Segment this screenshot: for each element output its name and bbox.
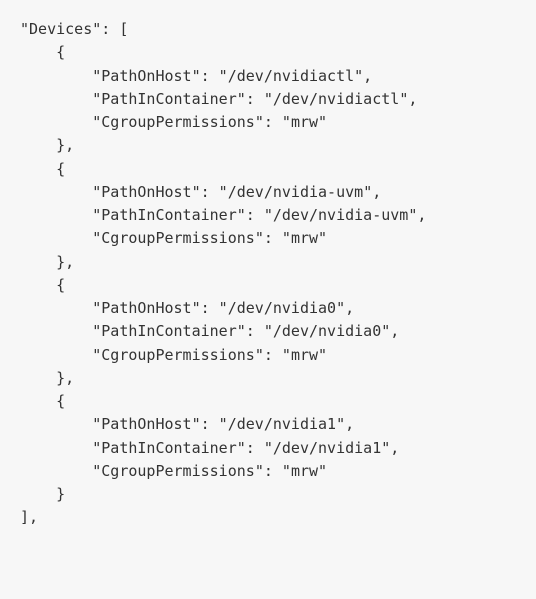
val-0-path-on-host: /dev/nvidiactl [228,67,354,85]
key-cgroup-permissions: CgroupPermissions [101,346,255,364]
val-2-path-on-host: /dev/nvidia0 [228,299,336,317]
val-0-cgroup: mrw [291,113,318,131]
key-path-in-container: PathInContainer [101,439,236,457]
val-1-path-on-host: /dev/nvidia-uvm [228,183,363,201]
val-3-cgroup: mrw [291,462,318,480]
key-cgroup-permissions: CgroupPermissions [101,229,255,247]
key-path-on-host: PathOnHost [101,415,191,433]
val-3-path-on-host: /dev/nvidia1 [228,415,336,433]
key-path-on-host: PathOnHost [101,299,191,317]
key-path-on-host: PathOnHost [101,67,191,85]
key-path-in-container: PathInContainer [101,322,236,340]
array-key: Devices [29,20,92,38]
val-3-path-in-container: /dev/nvidia1 [273,439,381,457]
val-2-path-in-container: /dev/nvidia0 [273,322,381,340]
val-0-path-in-container: /dev/nvidiactl [273,90,399,108]
key-path-in-container: PathInContainer [101,206,236,224]
val-1-path-in-container: /dev/nvidia-uvm [273,206,408,224]
val-2-cgroup: mrw [291,346,318,364]
key-path-on-host: PathOnHost [101,183,191,201]
json-snippet: "Devices": [ { "PathOnHost": "/dev/nvidi… [20,18,516,530]
key-cgroup-permissions: CgroupPermissions [101,113,255,131]
key-path-in-container: PathInContainer [101,90,236,108]
key-cgroup-permissions: CgroupPermissions [101,462,255,480]
val-1-cgroup: mrw [291,229,318,247]
